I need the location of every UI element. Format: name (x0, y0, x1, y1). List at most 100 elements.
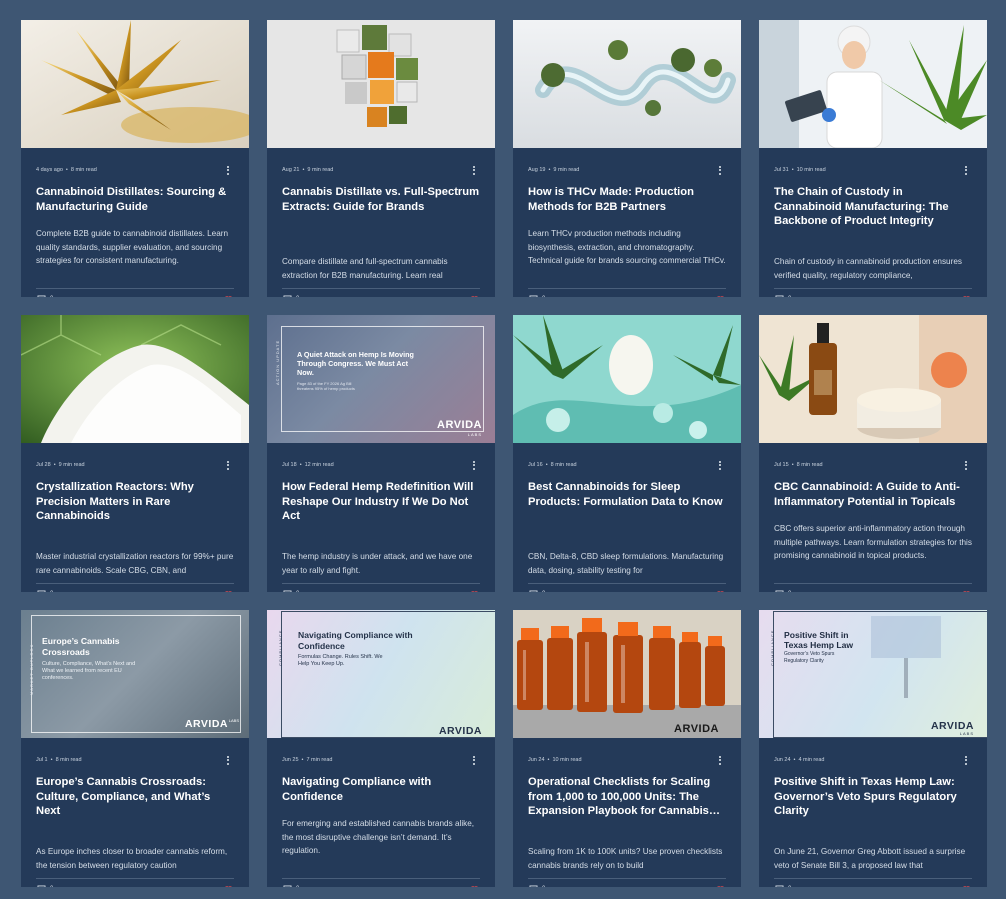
post-date: 4 days ago (36, 167, 63, 173)
post-excerpt[interactable]: Master industrial crystallization reacto… (36, 550, 234, 577)
post-card[interactable]: COMPLIANCE Navigating Compliance with Co… (267, 610, 495, 887)
more-options-icon[interactable] (961, 754, 971, 766)
post-excerpt[interactable]: CBC offers superior anti-inflammatory ac… (774, 522, 972, 563)
post-card[interactable]: 4 days ago • 8 min read Cannabinoid Distil… (21, 20, 249, 297)
post-title[interactable]: Navigating Compliance with Confidence (282, 775, 480, 804)
comments-link[interactable]: 0 (529, 885, 545, 887)
post-excerpt[interactable]: Learn THCv production methods including … (528, 227, 726, 268)
post-excerpt[interactable]: Chain of custody in cannabinoid producti… (774, 255, 972, 282)
post-thumbnail[interactable]: MARKET OUTLOOK Europe’s Cannabis Crossro… (21, 610, 249, 738)
post-excerpt[interactable]: As Europe inches closer to broader canna… (36, 845, 234, 872)
heart-icon[interactable] (224, 591, 233, 592)
post-thumbnail[interactable]: ACTION UPDATE A Quiet Attack on Hemp Is … (267, 315, 495, 443)
post-excerpt[interactable]: CBN, Delta-8, CBD sleep formulations. Ma… (528, 550, 726, 577)
comments-link[interactable]: 0 (37, 590, 53, 592)
post-title[interactable]: Best Cannabinoids for Sleep Products: Fo… (528, 480, 726, 509)
heart-icon[interactable] (716, 296, 725, 297)
comment-count: 0 (542, 591, 545, 592)
post-excerpt[interactable]: Scaling from 1K to 100K units? Use prove… (528, 845, 726, 872)
heart-icon[interactable] (224, 296, 233, 297)
comments-link[interactable]: 0 (37, 885, 53, 887)
post-title[interactable]: How Federal Hemp Redefinition Will Resha… (282, 480, 480, 524)
post-thumbnail[interactable]: COMPLIANCE Positive Shift in Texas Hemp … (759, 610, 987, 738)
card-divider (36, 583, 234, 584)
read-time: 9 min read (307, 167, 334, 173)
post-excerpt[interactable]: The hemp industry is under attack, and w… (282, 550, 480, 577)
comment-count: 0 (50, 886, 53, 887)
heart-icon[interactable] (716, 591, 725, 592)
post-card[interactable]: Jul 16 • 8 min read Best Cannabinoids for … (513, 315, 741, 592)
post-thumbnail[interactable] (759, 20, 987, 148)
more-options-icon[interactable] (223, 754, 233, 766)
post-title[interactable]: Operational Checklists for Scaling from … (528, 775, 726, 819)
more-options-icon[interactable] (223, 459, 233, 471)
more-options-icon[interactable] (469, 164, 479, 176)
comments-link[interactable]: 0 (775, 590, 791, 592)
comments-link[interactable]: 0 (37, 295, 53, 297)
comments-link[interactable]: 0 (529, 295, 545, 297)
more-options-icon[interactable] (469, 459, 479, 471)
post-thumbnail[interactable]: ARVIDA (513, 610, 741, 738)
post-card[interactable]: Jul 15 • 8 min read CBC Cannabinoid: A Gui… (759, 315, 987, 592)
post-thumbnail[interactable] (513, 20, 741, 148)
comments-link[interactable]: 0 (283, 885, 299, 887)
heart-icon[interactable] (962, 886, 971, 887)
post-card[interactable]: COMPLIANCE Positive Shift in Texas Hemp … (759, 610, 987, 887)
card-footer: 0 (282, 295, 480, 297)
post-card[interactable]: Jul 28 • 9 min read Crystallization Reacto… (21, 315, 249, 592)
post-thumbnail[interactable] (267, 20, 495, 148)
more-options-icon[interactable] (223, 164, 233, 176)
post-excerpt[interactable]: On June 21, Governor Greg Abbott issued … (774, 845, 972, 872)
read-time: 8 min read (550, 462, 577, 468)
more-options-icon[interactable] (715, 164, 725, 176)
heart-icon[interactable] (962, 591, 971, 592)
more-options-icon[interactable] (715, 754, 725, 766)
post-card[interactable]: Jul 31 • 10 min read The Chain of Custody … (759, 20, 987, 297)
post-thumbnail[interactable] (513, 315, 741, 443)
heart-icon[interactable] (962, 296, 971, 297)
billboard (871, 616, 941, 658)
heart-icon[interactable] (224, 886, 233, 887)
post-excerpt[interactable]: Compare distillate and full-spectrum can… (282, 255, 480, 282)
post-excerpt[interactable]: For emerging and established cannabis br… (282, 817, 480, 858)
comments-link[interactable]: 0 (529, 590, 545, 592)
post-meta: Jul 28 • 9 min read (36, 462, 85, 468)
heart-icon[interactable] (470, 296, 479, 297)
post-title[interactable]: CBC Cannabinoid: A Guide to Anti-Inflamm… (774, 480, 972, 509)
post-card[interactable]: MARKET OUTLOOK Europe’s Cannabis Crossro… (21, 610, 249, 887)
post-card[interactable]: Aug 21 • 9 min read Cannabis Distillate vs… (267, 20, 495, 297)
post-thumbnail[interactable] (759, 315, 987, 443)
comments-link[interactable]: 0 (283, 295, 299, 297)
post-card[interactable]: ACTION UPDATE A Quiet Attack on Hemp Is … (267, 315, 495, 592)
post-title[interactable]: How is THCv Made: Production Methods for… (528, 185, 726, 214)
blog-post-grid: 4 days ago • 8 min read Cannabinoid Distil… (21, 20, 987, 887)
post-title[interactable]: Europe’s Cannabis Crossroads: Culture, C… (36, 775, 234, 819)
more-options-icon[interactable] (715, 459, 725, 471)
more-options-icon[interactable] (961, 459, 971, 471)
comments-link[interactable]: 0 (283, 590, 299, 592)
more-options-icon[interactable] (961, 164, 971, 176)
post-title[interactable]: Cannabis Distillate vs. Full-Spectrum Ex… (282, 185, 480, 214)
post-title[interactable]: Crystallization Reactors: Why Precision … (36, 480, 234, 524)
heart-icon[interactable] (470, 591, 479, 592)
comments-link[interactable]: 0 (775, 295, 791, 297)
post-title[interactable]: The Chain of Custody in Cannabinoid Manu… (774, 185, 972, 229)
more-options-icon[interactable] (469, 754, 479, 766)
post-thumbnail[interactable] (21, 20, 249, 148)
post-thumbnail[interactable] (21, 315, 249, 443)
post-excerpt[interactable]: Complete B2B guide to cannabinoid distil… (36, 227, 234, 268)
thumbnail-tag: COMPLIANCE (278, 629, 283, 666)
heart-icon[interactable] (716, 886, 725, 887)
post-title[interactable]: Positive Shift in Texas Hemp Law: Govern… (774, 775, 972, 819)
post-card[interactable]: ARVIDA Jun 24 • 10 min read Operational Ch… (513, 610, 741, 887)
heart-icon[interactable] (470, 886, 479, 887)
comments-link[interactable]: 0 (775, 885, 791, 887)
meta-separator: • (50, 757, 53, 763)
post-title[interactable]: Cannabinoid Distillates: Sourcing & Manu… (36, 185, 234, 214)
post-thumbnail[interactable]: COMPLIANCE Navigating Compliance with Co… (267, 610, 495, 738)
post-meta: Jul 1 • 8 min read (36, 757, 82, 763)
post-card[interactable]: Aug 19 • 9 min read How is THCv Made: Prod… (513, 20, 741, 297)
post-meta: Aug 19 • 9 min read (528, 167, 579, 173)
post-meta: Jun 24 • 10 min read (528, 757, 582, 763)
read-time: 12 min read (304, 462, 334, 468)
